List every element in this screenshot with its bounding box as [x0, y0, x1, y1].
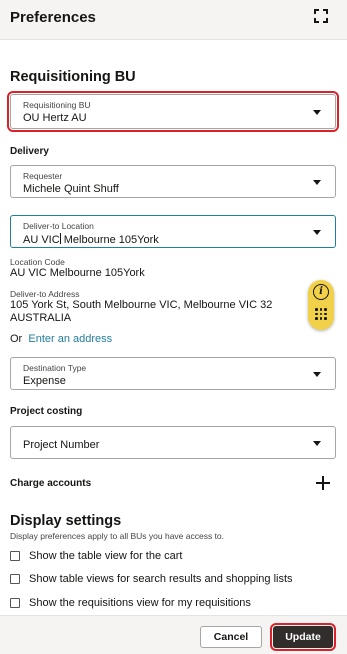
- requisitioning-bu-heading: Requisitioning BU: [10, 69, 136, 85]
- project-costing-heading: Project costing: [10, 406, 83, 417]
- checkbox-label: Show the table view for the cart: [29, 550, 183, 562]
- deliver-to-location-label: Deliver-to Location: [23, 221, 94, 231]
- info-icon: i: [313, 284, 329, 300]
- location-code-value: AU VIC Melbourne 105York: [10, 267, 145, 279]
- delivery-heading: Delivery: [10, 146, 49, 157]
- enter-address-link[interactable]: Enter an address: [28, 333, 112, 345]
- requester-value: Michele Quint Shuff: [23, 183, 119, 195]
- deliver-to-text-before-cursor: AU VIC: [23, 234, 60, 246]
- deliver-to-address-label: Deliver-to Address: [10, 289, 80, 299]
- destination-type-value: Expense: [23, 375, 66, 387]
- expand-icon[interactable]: [312, 7, 330, 25]
- update-button[interactable]: Update: [270, 623, 336, 651]
- chevron-down-icon: [313, 230, 321, 235]
- chevron-down-icon: [313, 372, 321, 377]
- project-number-placeholder: Project Number: [23, 439, 100, 451]
- checkbox-label: Show table views for search results and …: [29, 573, 293, 585]
- chevron-down-icon: [313, 110, 321, 115]
- chevron-down-icon: [313, 441, 321, 446]
- checkbox-label: Show the requisitions view for my requis…: [29, 597, 251, 609]
- display-settings-description: Display preferences apply to all BUs you…: [10, 531, 225, 541]
- plus-icon[interactable]: [316, 476, 330, 490]
- deliver-to-location-select[interactable]: Deliver-to Location AU VIC Melbourne 105…: [10, 215, 336, 248]
- cancel-button[interactable]: Cancel: [200, 626, 262, 648]
- enter-address-row: Or Enter an address: [10, 333, 112, 345]
- page-title: Preferences: [10, 9, 96, 26]
- project-number-select[interactable]: Project Number: [10, 426, 336, 459]
- preferences-content: Requisitioning BU Requisitioning BU OU H…: [0, 41, 347, 615]
- deliver-to-location-value[interactable]: AU VIC Melbourne 105York: [23, 233, 159, 246]
- requisitioning-bu-value: OU Hertz AU: [23, 112, 87, 124]
- destination-type-select[interactable]: Destination Type Expense: [10, 357, 336, 390]
- checkbox[interactable]: [10, 551, 20, 561]
- grid-dots-icon: [315, 308, 327, 320]
- chevron-down-icon: [313, 180, 321, 185]
- requester-select[interactable]: Requester Michele Quint Shuff: [10, 165, 336, 198]
- preferences-header: Preferences: [0, 0, 347, 40]
- requisitioning-bu-select[interactable]: Requisitioning BU OU Hertz AU: [7, 91, 339, 132]
- deliver-to-address-line1: 105 York St, South Melbourne VIC, Melbou…: [10, 299, 273, 311]
- or-text: Or: [10, 333, 23, 345]
- checkbox[interactable]: [10, 574, 20, 584]
- destination-type-label: Destination Type: [23, 363, 87, 373]
- requisitioning-bu-label: Requisitioning BU: [23, 100, 91, 110]
- deliver-to-address-line2: AUSTRALIA: [10, 312, 72, 324]
- charge-accounts-heading: Charge accounts: [10, 478, 92, 489]
- location-code-label: Location Code: [10, 257, 65, 267]
- preferences-footer: Cancel Update: [0, 615, 347, 654]
- requester-label: Requester: [23, 171, 63, 181]
- checkbox[interactable]: [10, 598, 20, 608]
- display-settings-heading: Display settings: [10, 513, 122, 529]
- guided-assistant-button[interactable]: i: [308, 280, 334, 330]
- deliver-to-text-after-cursor: Melbourne 105York: [60, 234, 159, 246]
